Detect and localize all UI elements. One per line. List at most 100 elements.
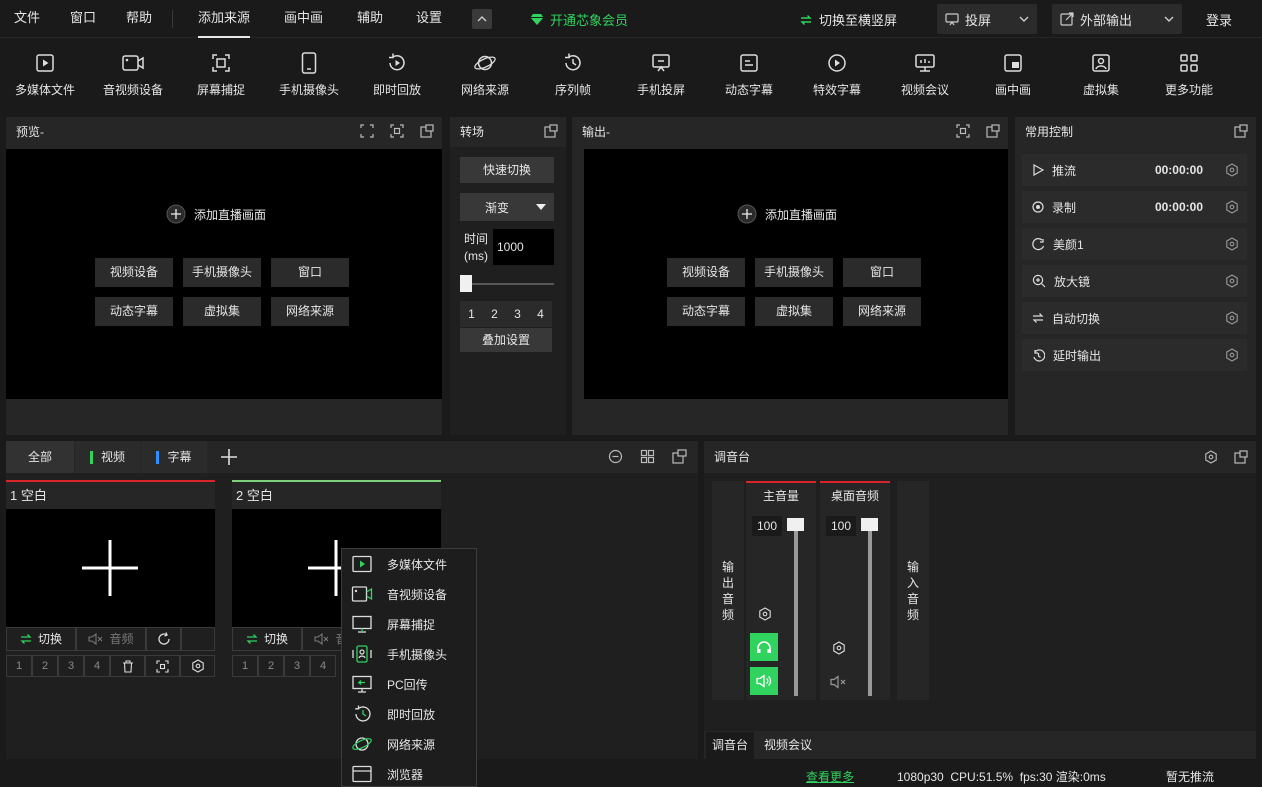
tab-video[interactable]: 视频 bbox=[75, 441, 140, 473]
scene-capture-button[interactable] bbox=[145, 655, 180, 677]
tool-sequence-frame[interactable]: 序列帧 bbox=[533, 51, 613, 98]
menu-item-phone-camera[interactable]: 手机摄像头 bbox=[341, 639, 477, 669]
tab-add-source[interactable]: 添加来源 bbox=[198, 0, 251, 38]
transition-number-4[interactable]: 4 bbox=[529, 301, 552, 327]
menu-help[interactable]: 帮助 bbox=[126, 0, 152, 38]
output-dynamic-subtitle-button[interactable]: 动态字幕 bbox=[667, 297, 745, 326]
preview-window-button[interactable]: 窗口 bbox=[271, 258, 349, 287]
menu-item-media-file[interactable]: 多媒体文件 bbox=[341, 549, 477, 579]
delete-scene-button[interactable] bbox=[110, 655, 145, 677]
popout-icon[interactable] bbox=[672, 449, 687, 464]
menu-window[interactable]: 窗口 bbox=[70, 0, 96, 38]
channel-volume-value[interactable]: 100 bbox=[826, 516, 856, 536]
tool-more-features[interactable]: 更多功能 bbox=[1149, 51, 1229, 98]
preview-dynamic-subtitle-button[interactable]: 动态字幕 bbox=[95, 297, 173, 326]
popout-icon[interactable] bbox=[986, 124, 1000, 138]
menu-item-browser[interactable]: 浏览器 bbox=[341, 759, 477, 787]
popout-icon[interactable] bbox=[1234, 450, 1248, 464]
preview-add-scene-button[interactable]: 添加直播画面 bbox=[166, 204, 266, 224]
output-stage[interactable]: 添加直播画面 视频设备 手机摄像头 窗口 动态字幕 虚拟集 网络来源 bbox=[584, 149, 1008, 399]
scene-title[interactable]: 1 空白 bbox=[6, 482, 215, 509]
layer-1[interactable]: 1 bbox=[232, 655, 258, 677]
control-row-beauty[interactable]: 美颜1 bbox=[1022, 228, 1247, 260]
tool-instant-replay[interactable]: 即时回放 bbox=[357, 51, 437, 98]
tool-phone-cast[interactable]: 手机投屏 bbox=[621, 51, 701, 98]
output-phone-camera-button[interactable]: 手机摄像头 bbox=[755, 258, 833, 287]
settings-icon[interactable] bbox=[1225, 163, 1239, 177]
tab-settings[interactable]: 设置 bbox=[416, 0, 442, 38]
menu-file[interactable]: 文件 bbox=[14, 0, 40, 38]
channel-volume-value[interactable]: 100 bbox=[752, 516, 782, 536]
transition-number-2[interactable]: 2 bbox=[483, 301, 506, 327]
switch-orientation-button[interactable]: 切换至横竖屏 bbox=[800, 10, 897, 29]
cast-dropdown[interactable]: 投屏 bbox=[937, 4, 1037, 34]
layer-4[interactable]: 4 bbox=[84, 655, 110, 677]
tool-media-file[interactable]: 多媒体文件 bbox=[5, 51, 85, 98]
scene-refresh-button[interactable] bbox=[146, 627, 181, 651]
output-window-button[interactable]: 窗口 bbox=[843, 258, 921, 287]
settings-icon[interactable] bbox=[1225, 348, 1239, 362]
menu-item-av-device[interactable]: 音视频设备 bbox=[341, 579, 477, 609]
tool-network-source[interactable]: 网络来源 bbox=[445, 51, 525, 98]
transition-slider-handle[interactable] bbox=[460, 275, 472, 292]
fit-screen-icon[interactable] bbox=[360, 124, 374, 138]
menu-item-instant-replay[interactable]: 即时回放 bbox=[341, 699, 477, 729]
tool-virtual-set[interactable]: 虚拟集 bbox=[1061, 51, 1141, 98]
scene-title[interactable]: 2 空白 bbox=[232, 482, 441, 509]
transition-slider-track[interactable] bbox=[460, 283, 554, 285]
menu-item-pc-return[interactable]: PC回传 bbox=[341, 669, 477, 699]
overlay-settings-button[interactable]: 叠加设置 bbox=[460, 328, 552, 352]
view-more-link[interactable]: 查看更多 bbox=[806, 768, 854, 785]
capture-icon[interactable] bbox=[956, 124, 970, 138]
tool-video-conference[interactable]: 视频会议 bbox=[885, 51, 965, 98]
capture-icon[interactable] bbox=[390, 124, 404, 138]
channel-mute-button[interactable] bbox=[830, 675, 850, 689]
preview-stage[interactable]: 添加直播画面 视频设备 手机摄像头 窗口 动态字幕 虚拟集 网络来源 bbox=[6, 149, 442, 399]
output-add-scene-button[interactable]: 添加直播画面 bbox=[737, 204, 837, 224]
zoom-out-icon[interactable] bbox=[608, 449, 623, 464]
tool-dynamic-subtitle[interactable]: 动态字幕 bbox=[709, 51, 789, 98]
scene-settings-button[interactable] bbox=[180, 655, 215, 677]
tab-mixer[interactable]: 调音台 bbox=[706, 732, 754, 759]
control-row-delay-output[interactable]: 延时输出 bbox=[1022, 339, 1247, 371]
preview-video-device-button[interactable]: 视频设备 bbox=[95, 258, 173, 287]
monitor-headphone-button[interactable] bbox=[750, 633, 778, 661]
popout-icon[interactable] bbox=[1234, 124, 1248, 138]
grid-view-icon[interactable] bbox=[640, 449, 655, 464]
popout-icon[interactable] bbox=[544, 124, 558, 138]
settings-icon[interactable] bbox=[1225, 237, 1239, 251]
login-button[interactable]: 登录 bbox=[1206, 10, 1232, 29]
tab-video-conference[interactable]: 视频会议 bbox=[758, 732, 818, 759]
tool-screen-capture[interactable]: 屏幕捕捉 bbox=[181, 51, 261, 98]
menu-item-network-source[interactable]: 网络来源 bbox=[341, 729, 477, 759]
vip-link[interactable]: 开通芯象会员 bbox=[530, 10, 628, 29]
add-tab-button[interactable] bbox=[219, 447, 239, 467]
settings-icon[interactable] bbox=[1225, 311, 1239, 325]
collapse-toolbar-button[interactable] bbox=[472, 9, 492, 29]
menu-item-screen-capture[interactable]: 屏幕捕捉 bbox=[341, 609, 477, 639]
layer-3[interactable]: 3 bbox=[58, 655, 84, 677]
settings-icon[interactable] bbox=[1225, 200, 1239, 214]
preview-virtual-set-button[interactable]: 虚拟集 bbox=[183, 297, 261, 326]
channel-settings-button[interactable] bbox=[832, 641, 846, 655]
scene-card-1[interactable]: 1 空白 切换 音频 1 2 3 4 bbox=[6, 480, 215, 678]
output-network-source-button[interactable]: 网络来源 bbox=[843, 297, 921, 326]
scene-switch-button[interactable]: 切换 bbox=[6, 627, 76, 651]
channel-settings-button[interactable] bbox=[758, 607, 772, 621]
transition-number-1[interactable]: 1 bbox=[460, 301, 483, 327]
control-row-magnifier[interactable]: 放大镜 bbox=[1022, 265, 1247, 297]
tab-pip[interactable]: 画中画 bbox=[284, 0, 323, 38]
layer-4[interactable]: 4 bbox=[310, 655, 336, 677]
preview-phone-camera-button[interactable]: 手机摄像头 bbox=[183, 258, 261, 287]
layer-2[interactable]: 2 bbox=[32, 655, 58, 677]
transition-effect-select[interactable]: 渐变 bbox=[460, 193, 554, 221]
speaker-button[interactable] bbox=[750, 667, 778, 695]
tool-phone-camera[interactable]: 手机摄像头 bbox=[269, 51, 349, 98]
output-video-device-button[interactable]: 视频设备 bbox=[667, 258, 745, 287]
external-output-dropdown[interactable]: 外部输出 bbox=[1052, 4, 1182, 34]
tab-all[interactable]: 全部 bbox=[6, 441, 74, 473]
layer-3[interactable]: 3 bbox=[284, 655, 310, 677]
control-row-record[interactable]: 录制 00:00:00 bbox=[1022, 191, 1247, 223]
scene-audio-button[interactable]: 音频 bbox=[76, 627, 146, 651]
tool-effect-subtitle[interactable]: 特效字幕 bbox=[797, 51, 877, 98]
